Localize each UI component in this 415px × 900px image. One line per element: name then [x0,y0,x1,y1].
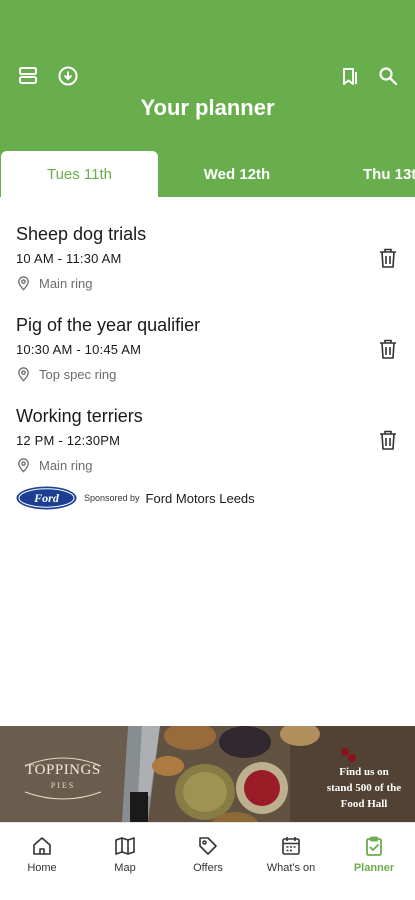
event-location: Top spec ring [16,367,406,382]
event-time: 12 PM - 12:30PM [16,433,121,448]
promo-line: Food Hall [340,798,388,810]
search-icon[interactable] [377,65,399,87]
app-header: Your planner Tues 11th Wed 12th Thu 13th [0,0,415,197]
event-location: Main ring [16,458,406,473]
calendar-icon [282,837,300,855]
planner-event[interactable]: Sheep dog trials 10 AM - 11:30 AM Main r… [16,224,406,291]
nav-label: Map [114,862,136,874]
ford-logo: Ford [16,486,77,510]
tab-wed-12th[interactable]: Wed 12th [158,151,316,197]
planner-event[interactable]: Pig of the year qualifier 10:30 AM - 10:… [16,315,406,382]
planner-check-icon [366,836,382,856]
nav-label: Offers [193,862,223,874]
nav-planner[interactable]: Planner [334,835,414,874]
sponsor-label: Sponsored by [84,493,140,503]
nav-map[interactable]: Map [85,835,165,874]
tab-tues-11th[interactable]: Tues 11th [1,151,158,197]
delete-event-trash-icon[interactable] [378,429,398,451]
nav-home[interactable]: Home [2,835,82,874]
nav-label: What's on [266,862,316,874]
advert-brand: TOPPINGS [25,762,101,778]
event-time: 10:30 AM - 10:45 AM [16,342,142,357]
nav-offers[interactable]: Offers [168,835,248,874]
delete-event-trash-icon[interactable] [378,338,398,360]
event-time: 10 AM - 11:30 AM [16,251,122,266]
home-icon [33,837,51,855]
planner-event[interactable]: Working terriers 12 PM - 12:30PM Main ri… [16,406,406,473]
event-location-label: Top spec ring [39,367,117,382]
event-location-label: Main ring [39,458,93,473]
advert-promo-text: Find us on stand 500 of the Food Hall [316,764,412,812]
svg-text:Ford: Ford [33,491,60,505]
advert-brand-sub: PIES [50,781,76,790]
map-icon [115,837,135,855]
event-title: Pig of the year qualifier [16,315,201,335]
tab-label: Wed 12th [203,165,271,183]
location-pin-icon [18,367,29,382]
event-location-label: Main ring [39,276,93,291]
nav-whats-on[interactable]: What's on [251,835,331,874]
tab-label: Tues 11th [46,165,113,183]
sponsor-name: Ford Motors Leeds [145,490,255,506]
bookmarks-icon[interactable] [339,65,361,87]
location-pin-icon [18,276,29,291]
tab-label: Thu 13th [363,165,415,183]
sponsor-strip[interactable]: Ford Sponsored by Ford Motors Leeds [16,486,255,510]
nav-label: Home [27,862,57,874]
delete-event-trash-icon[interactable] [378,247,398,269]
bottom-nav: Home Map Offers What's on Planner [0,822,415,900]
nav-label: Planner [353,862,395,874]
promo-line: stand 500 of the [326,782,402,794]
promo-line: Find us on [339,766,389,778]
event-title: Working terriers [16,406,143,426]
event-location: Main ring [16,276,406,291]
list-icon[interactable] [17,65,39,87]
location-pin-icon [18,458,29,473]
advert-banner[interactable]: TOPPINGS PIES Find us on stand 500 of th… [0,726,415,822]
event-title: Sheep dog trials [16,224,147,244]
tab-thu-13th[interactable]: Thu 13th [316,151,415,197]
page-title: Your planner [140,95,275,120]
download-icon[interactable] [57,65,79,87]
tag-icon [199,837,217,855]
